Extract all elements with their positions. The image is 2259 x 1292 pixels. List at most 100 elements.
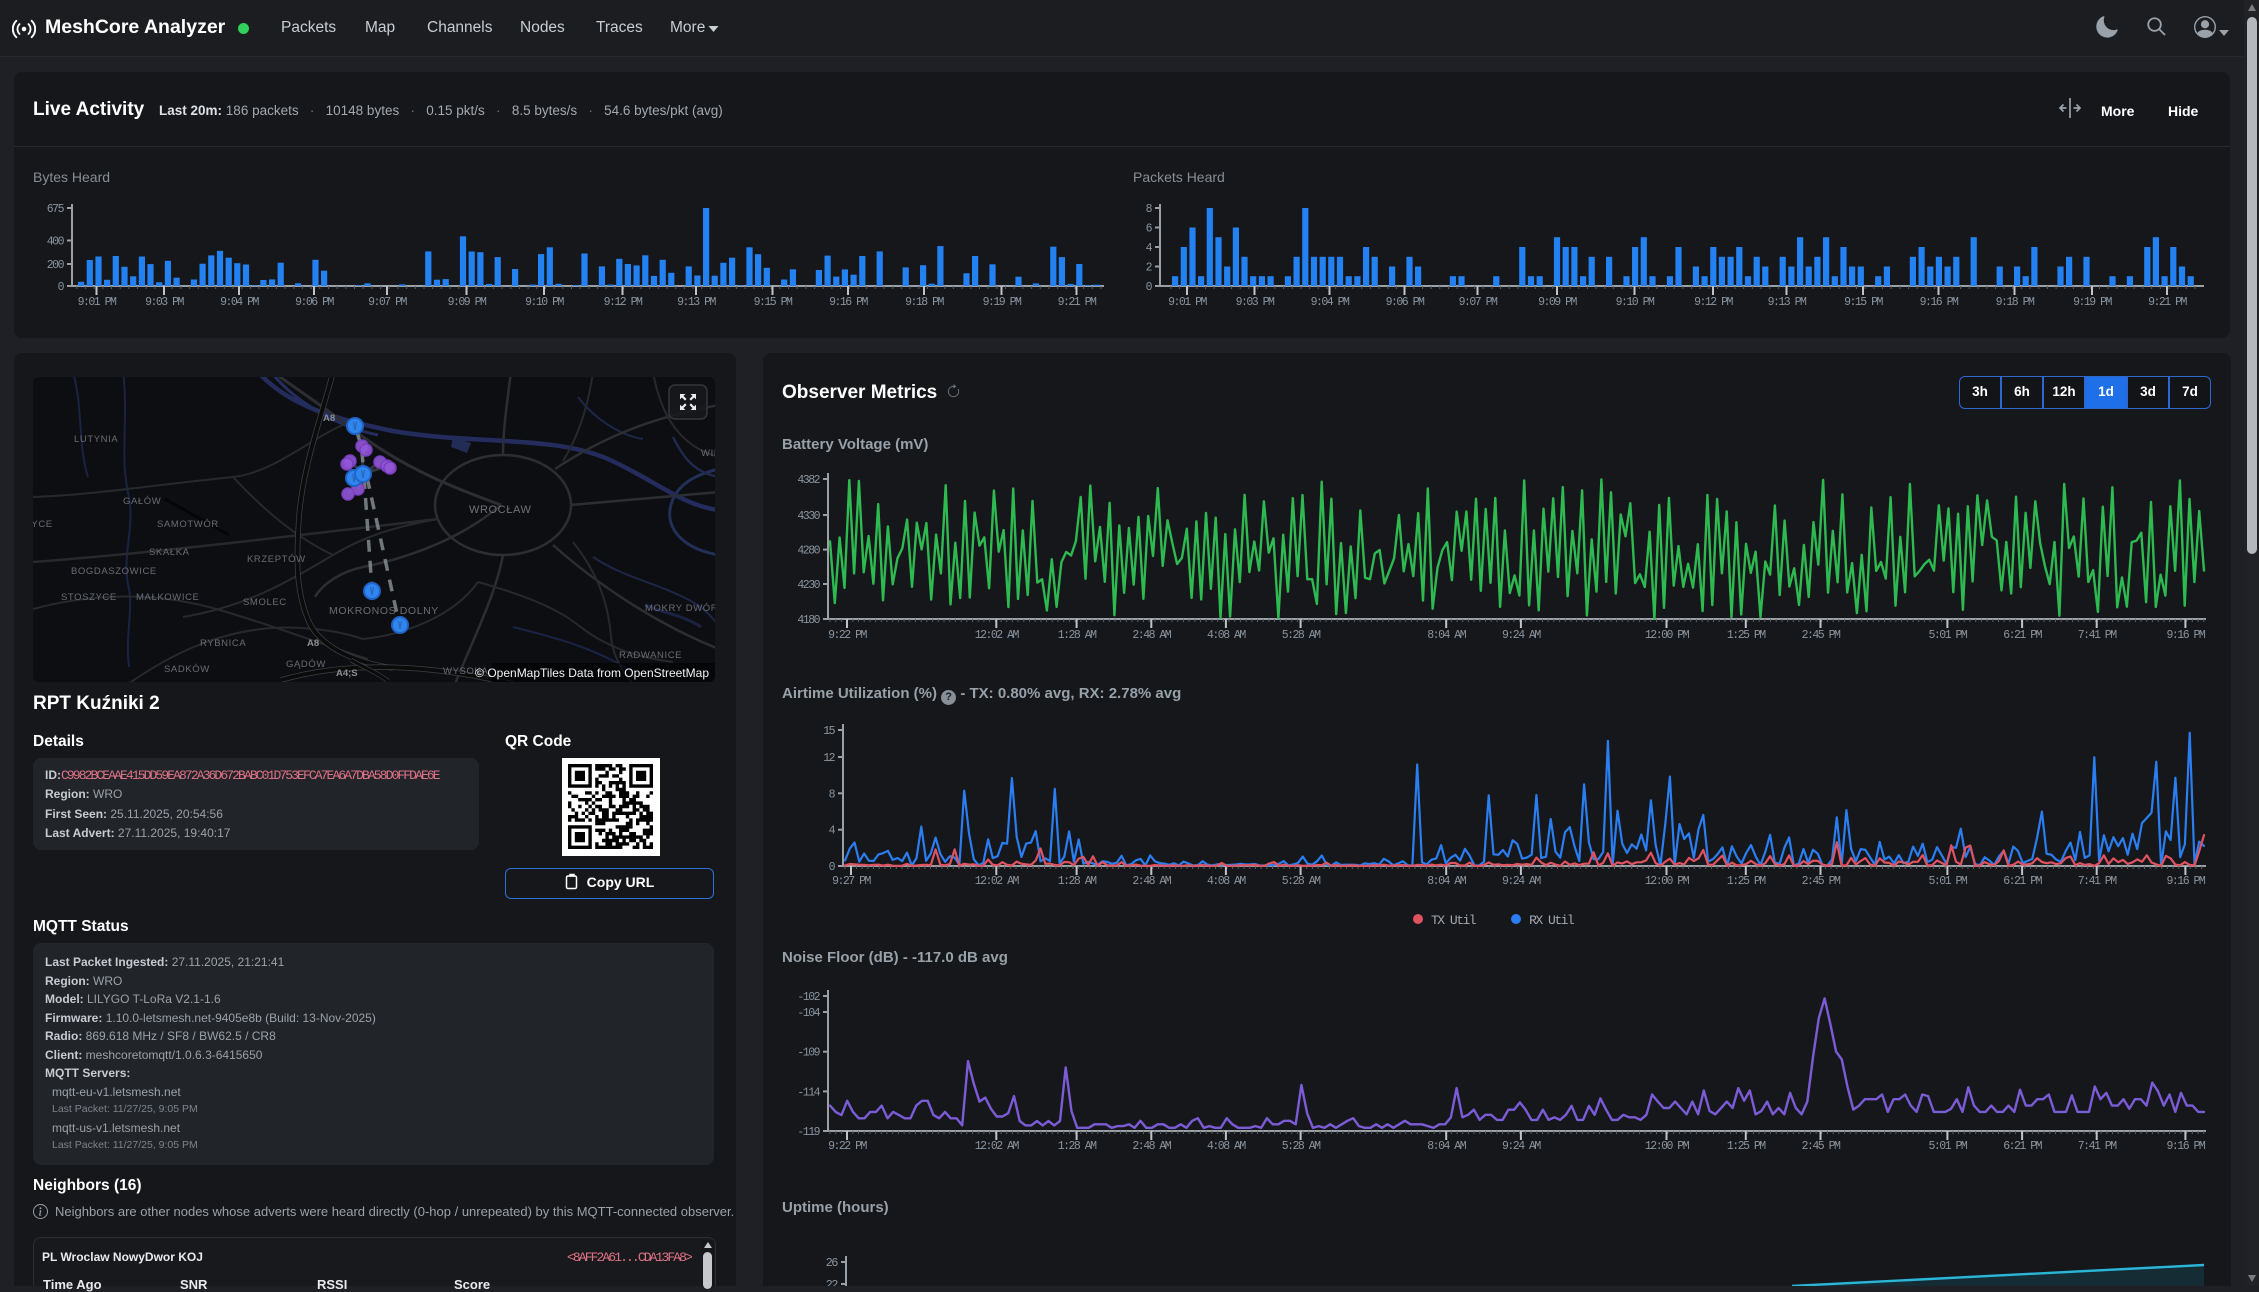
svg-text:9:16 PM: 9:16 PM	[2166, 629, 2205, 642]
svg-text:200: 200	[47, 259, 65, 272]
svg-text:RYBNICA: RYBNICA	[200, 638, 246, 649]
svg-text:9:03 PM: 9:03 PM	[145, 296, 184, 309]
svg-text:9:04 PM: 9:04 PM	[1311, 296, 1350, 309]
svg-text:8:04 AM: 8:04 AM	[1427, 875, 1466, 888]
svg-text:RADWANICE: RADWANICE	[619, 650, 682, 661]
svg-text:1:28 AM: 1:28 AM	[1058, 1140, 1097, 1153]
svg-text:-119: -119	[797, 1126, 820, 1139]
svg-text:GĄDÓW: GĄDÓW	[286, 659, 326, 670]
svg-text:4330: 4330	[797, 510, 820, 523]
svg-text:-114: -114	[797, 1086, 820, 1099]
svg-text:9:12 PM: 9:12 PM	[1694, 296, 1733, 309]
svg-text:9:18 PM: 9:18 PM	[905, 296, 944, 309]
svg-text:KRZEPTÓW: KRZEPTÓW	[247, 554, 306, 565]
svg-text:9:21 PM: 9:21 PM	[1058, 296, 1097, 309]
svg-text:STOSZYCE: STOSZYCE	[61, 592, 117, 603]
svg-text:1:28 AM: 1:28 AM	[1058, 875, 1097, 888]
svg-text:9:06 PM: 9:06 PM	[295, 296, 334, 309]
svg-text:8:04 AM: 8:04 AM	[1427, 1140, 1466, 1153]
svg-text:9:16 PM: 9:16 PM	[829, 296, 868, 309]
svg-text:4: 4	[1146, 242, 1153, 255]
svg-text:12:02 AM: 12:02 AM	[975, 629, 1020, 642]
svg-text:4:08 AM: 4:08 AM	[1207, 1140, 1246, 1153]
svg-text:9:09 PM: 9:09 PM	[448, 296, 487, 309]
svg-text:7:41 PM: 7:41 PM	[2078, 875, 2117, 888]
svg-text:9:13 PM: 9:13 PM	[677, 296, 716, 309]
svg-text:SKAŁKA: SKAŁKA	[149, 547, 190, 558]
svg-text:-104: -104	[797, 1007, 820, 1020]
svg-text:WII: WII	[701, 448, 715, 459]
svg-text:MAŁKOWICE: MAŁKOWICE	[136, 592, 199, 603]
svg-text:9:01 PM: 9:01 PM	[1168, 296, 1207, 309]
svg-text:MOKRY DWÓR: MOKRY DWÓR	[645, 603, 715, 614]
svg-text:9:16 PM: 9:16 PM	[2166, 875, 2205, 888]
svg-text:5:28 AM: 5:28 AM	[1282, 629, 1321, 642]
svg-text:7:41 PM: 7:41 PM	[2078, 629, 2117, 642]
svg-text:12:00 PM: 12:00 PM	[1645, 1140, 1690, 1153]
svg-text:0: 0	[829, 861, 836, 874]
svg-text:1:28 AM: 1:28 AM	[1058, 629, 1097, 642]
svg-text:© OpenMapTiles Data from OpenS: © OpenMapTiles Data from OpenStreetMap	[475, 666, 709, 680]
svg-text:8: 8	[1146, 203, 1153, 216]
svg-text:4280: 4280	[797, 545, 820, 558]
svg-text:SADKÓW: SADKÓW	[164, 664, 210, 675]
svg-text:9:15 PM: 9:15 PM	[754, 296, 793, 309]
svg-text:1:25 PM: 1:25 PM	[1727, 875, 1766, 888]
svg-text:5:01 PM: 5:01 PM	[1928, 1140, 1967, 1153]
svg-text:2:45 PM: 2:45 PM	[1802, 875, 1841, 888]
svg-text:6:21 PM: 6:21 PM	[2003, 1140, 2042, 1153]
svg-text:9:24 AM: 9:24 AM	[1502, 1140, 1541, 1153]
svg-text:7:41 PM: 7:41 PM	[2078, 1140, 2117, 1153]
svg-text:9:01 PM: 9:01 PM	[78, 296, 117, 309]
svg-text:9:10 PM: 9:10 PM	[1616, 296, 1655, 309]
svg-text:9:24 AM: 9:24 AM	[1502, 875, 1541, 888]
svg-text:9:27 PM: 9:27 PM	[832, 875, 871, 888]
svg-text:9:10 PM: 9:10 PM	[525, 296, 564, 309]
svg-text:2:45 PM: 2:45 PM	[1802, 1140, 1841, 1153]
svg-text:A8: A8	[307, 638, 319, 649]
svg-text:9:19 PM: 9:19 PM	[983, 296, 1022, 309]
svg-text:5:28 AM: 5:28 AM	[1282, 1140, 1321, 1153]
svg-text:9:12 PM: 9:12 PM	[604, 296, 643, 309]
svg-text:SAMOTWÓR: SAMOTWÓR	[157, 519, 219, 530]
svg-text:9:09 PM: 9:09 PM	[1538, 296, 1577, 309]
svg-text:9:18 PM: 9:18 PM	[1996, 296, 2035, 309]
svg-text:9:16 PM: 9:16 PM	[2166, 1140, 2205, 1153]
svg-text:12:02 AM: 12:02 AM	[975, 875, 1020, 888]
svg-text:12:02 AM: 12:02 AM	[975, 1140, 1020, 1153]
svg-text:SMOLEC: SMOLEC	[243, 597, 287, 608]
svg-text:6:21 PM: 6:21 PM	[2003, 875, 2042, 888]
svg-text:4:08 AM: 4:08 AM	[1207, 629, 1246, 642]
svg-text:9:21 PM: 9:21 PM	[2148, 296, 2187, 309]
svg-text:2:48 AM: 2:48 AM	[1132, 1140, 1171, 1153]
svg-text:1:25 PM: 1:25 PM	[1727, 629, 1766, 642]
svg-text:12:00 PM: 12:00 PM	[1645, 875, 1690, 888]
svg-text:26: 26	[826, 1256, 839, 1270]
svg-text:4382: 4382	[797, 474, 820, 487]
svg-text:GAŁÓW: GAŁÓW	[123, 496, 161, 507]
svg-text:A8: A8	[323, 413, 335, 424]
svg-text:9:07 PM: 9:07 PM	[368, 296, 407, 309]
svg-text:6:21 PM: 6:21 PM	[2003, 629, 2042, 642]
svg-text:MOKRONOS DOLNY: MOKRONOS DOLNY	[329, 605, 439, 617]
svg-text:2:48 AM: 2:48 AM	[1132, 629, 1171, 642]
svg-text:ZYCE: ZYCE	[33, 519, 53, 530]
svg-text:9:15 PM: 9:15 PM	[1844, 296, 1883, 309]
svg-text:9:16 PM: 9:16 PM	[1920, 296, 1959, 309]
svg-text:0: 0	[1146, 281, 1153, 294]
svg-text:675: 675	[47, 203, 65, 216]
svg-text:8: 8	[829, 788, 836, 801]
svg-text:5:01 PM: 5:01 PM	[1928, 629, 1967, 642]
svg-text:2: 2	[1146, 262, 1153, 275]
svg-text:1:25 PM: 1:25 PM	[1727, 1140, 1766, 1153]
svg-text:15: 15	[823, 725, 835, 738]
svg-text:4: 4	[829, 825, 836, 838]
svg-text:9:19 PM: 9:19 PM	[2073, 296, 2112, 309]
svg-text:WROCŁAW: WROCŁAW	[469, 504, 531, 516]
svg-text:12: 12	[823, 752, 835, 765]
svg-text:9:22 PM: 9:22 PM	[828, 1140, 867, 1153]
svg-text:9:22 PM: 9:22 PM	[828, 629, 867, 642]
svg-text:9:06 PM: 9:06 PM	[1386, 296, 1425, 309]
svg-text:4180: 4180	[797, 614, 820, 627]
svg-text:4230: 4230	[797, 579, 820, 592]
